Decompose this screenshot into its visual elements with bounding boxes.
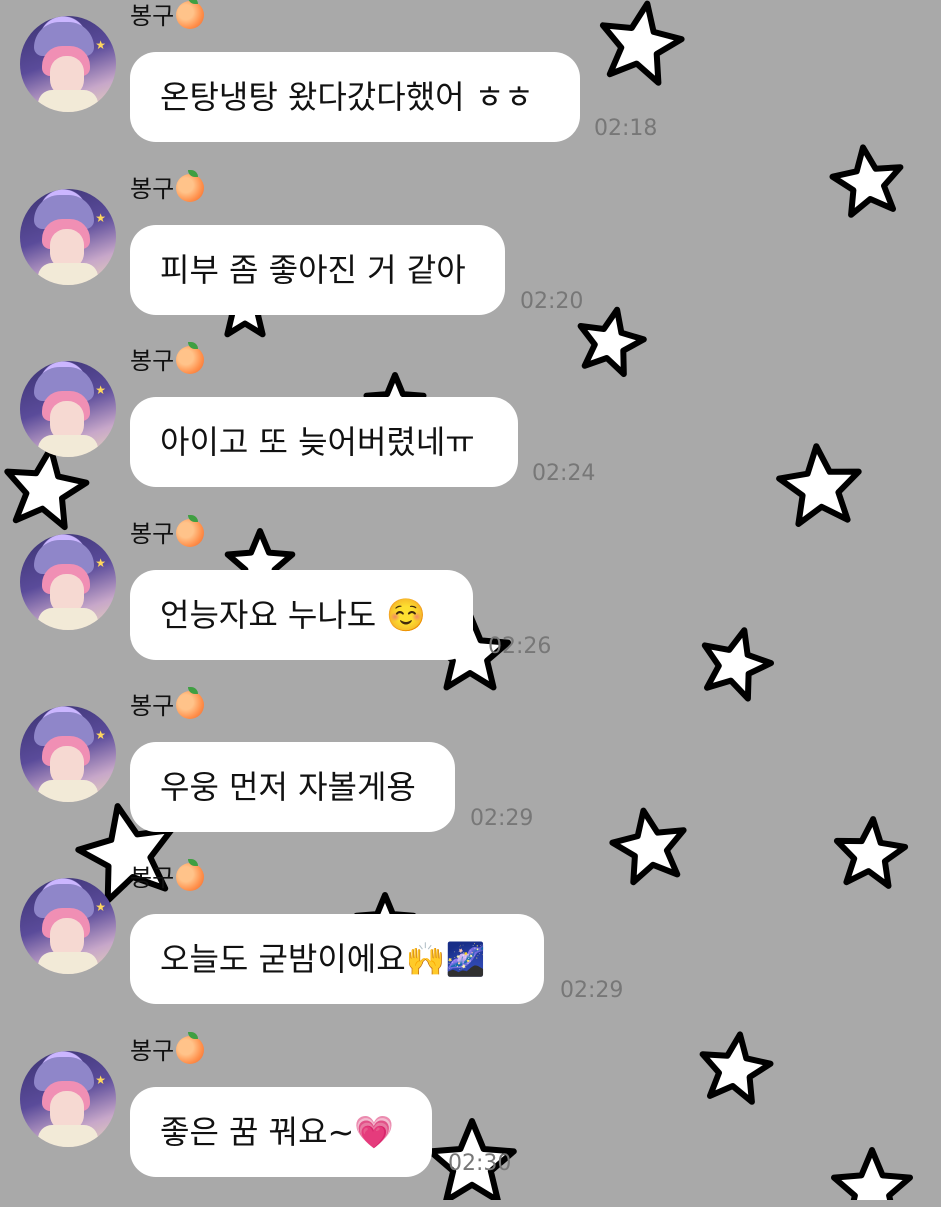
message-timestamp: 02:29	[560, 978, 624, 1003]
message-timestamp: 02:30	[448, 1151, 512, 1176]
message-bubble[interactable]: 언능자요 누나도 ☺️	[130, 570, 473, 660]
peach-emoji-icon	[176, 515, 205, 547]
sender-name: 봉구	[130, 515, 205, 550]
message-timestamp: 02:18	[594, 116, 658, 141]
peach-emoji-icon	[176, 1032, 205, 1064]
sender-name: 봉구	[130, 1032, 205, 1067]
message-row: ★ 봉구 우웅 먼저 자볼게용 02:29	[0, 687, 941, 862]
message-bubble[interactable]: 오늘도 굳밤이에요🙌🌌	[130, 914, 544, 1004]
sender-name: 봉구	[130, 687, 205, 722]
message-row: ★ 봉구 오늘도 굳밤이에요🙌🌌 02:29	[0, 859, 941, 1034]
message-bubble[interactable]: 아이고 또 늦어버렸네ㅠ	[130, 397, 518, 487]
message-bubble[interactable]: 피부 좀 좋아진 거 같아	[130, 225, 505, 315]
message-row: ★ 봉구 온탕냉탕 왔다갔다했어 ㅎㅎ 02:18	[0, 0, 941, 172]
message-bubble[interactable]: 우웅 먼저 자볼게용	[130, 742, 455, 832]
message-row: ★ 봉구 좋은 꿈 꿔요~💗 02:30	[0, 1032, 941, 1207]
message-row: ★ 봉구 피부 좀 좋아진 거 같아 02:20	[0, 170, 941, 345]
chat-message-list[interactable]: ★ 봉구 온탕냉탕 왔다갔다했어 ㅎㅎ 02:18 ★ 봉구 피부 좀 좋아진 …	[0, 0, 941, 1200]
message-timestamp: 02:24	[532, 461, 596, 486]
peach-emoji-icon	[176, 0, 205, 29]
message-row: ★ 봉구 언능자요 누나도 ☺️ 02:26	[0, 515, 941, 690]
avatar[interactable]: ★	[20, 189, 116, 285]
avatar[interactable]: ★	[20, 1051, 116, 1147]
message-bubble[interactable]: 좋은 꿈 꿔요~💗	[130, 1087, 432, 1177]
peach-emoji-icon	[176, 687, 205, 719]
message-timestamp: 02:20	[520, 289, 584, 314]
message-bubble[interactable]: 온탕냉탕 왔다갔다했어 ㅎㅎ	[130, 52, 580, 142]
avatar[interactable]: ★	[20, 534, 116, 630]
message-row: ★ 봉구 아이고 또 늦어버렸네ㅠ 02:24	[0, 342, 941, 517]
avatar[interactable]: ★	[20, 878, 116, 974]
peach-emoji-icon	[176, 342, 205, 374]
avatar[interactable]: ★	[20, 361, 116, 457]
peach-emoji-icon	[176, 170, 205, 202]
sender-name: 봉구	[130, 342, 205, 377]
sender-name: 봉구	[130, 0, 205, 32]
sender-name: 봉구	[130, 170, 205, 205]
sender-name: 봉구	[130, 859, 205, 894]
message-timestamp: 02:26	[488, 634, 552, 659]
message-timestamp: 02:29	[470, 806, 534, 831]
avatar[interactable]: ★	[20, 16, 116, 112]
peach-emoji-icon	[176, 859, 205, 891]
avatar[interactable]: ★	[20, 706, 116, 802]
